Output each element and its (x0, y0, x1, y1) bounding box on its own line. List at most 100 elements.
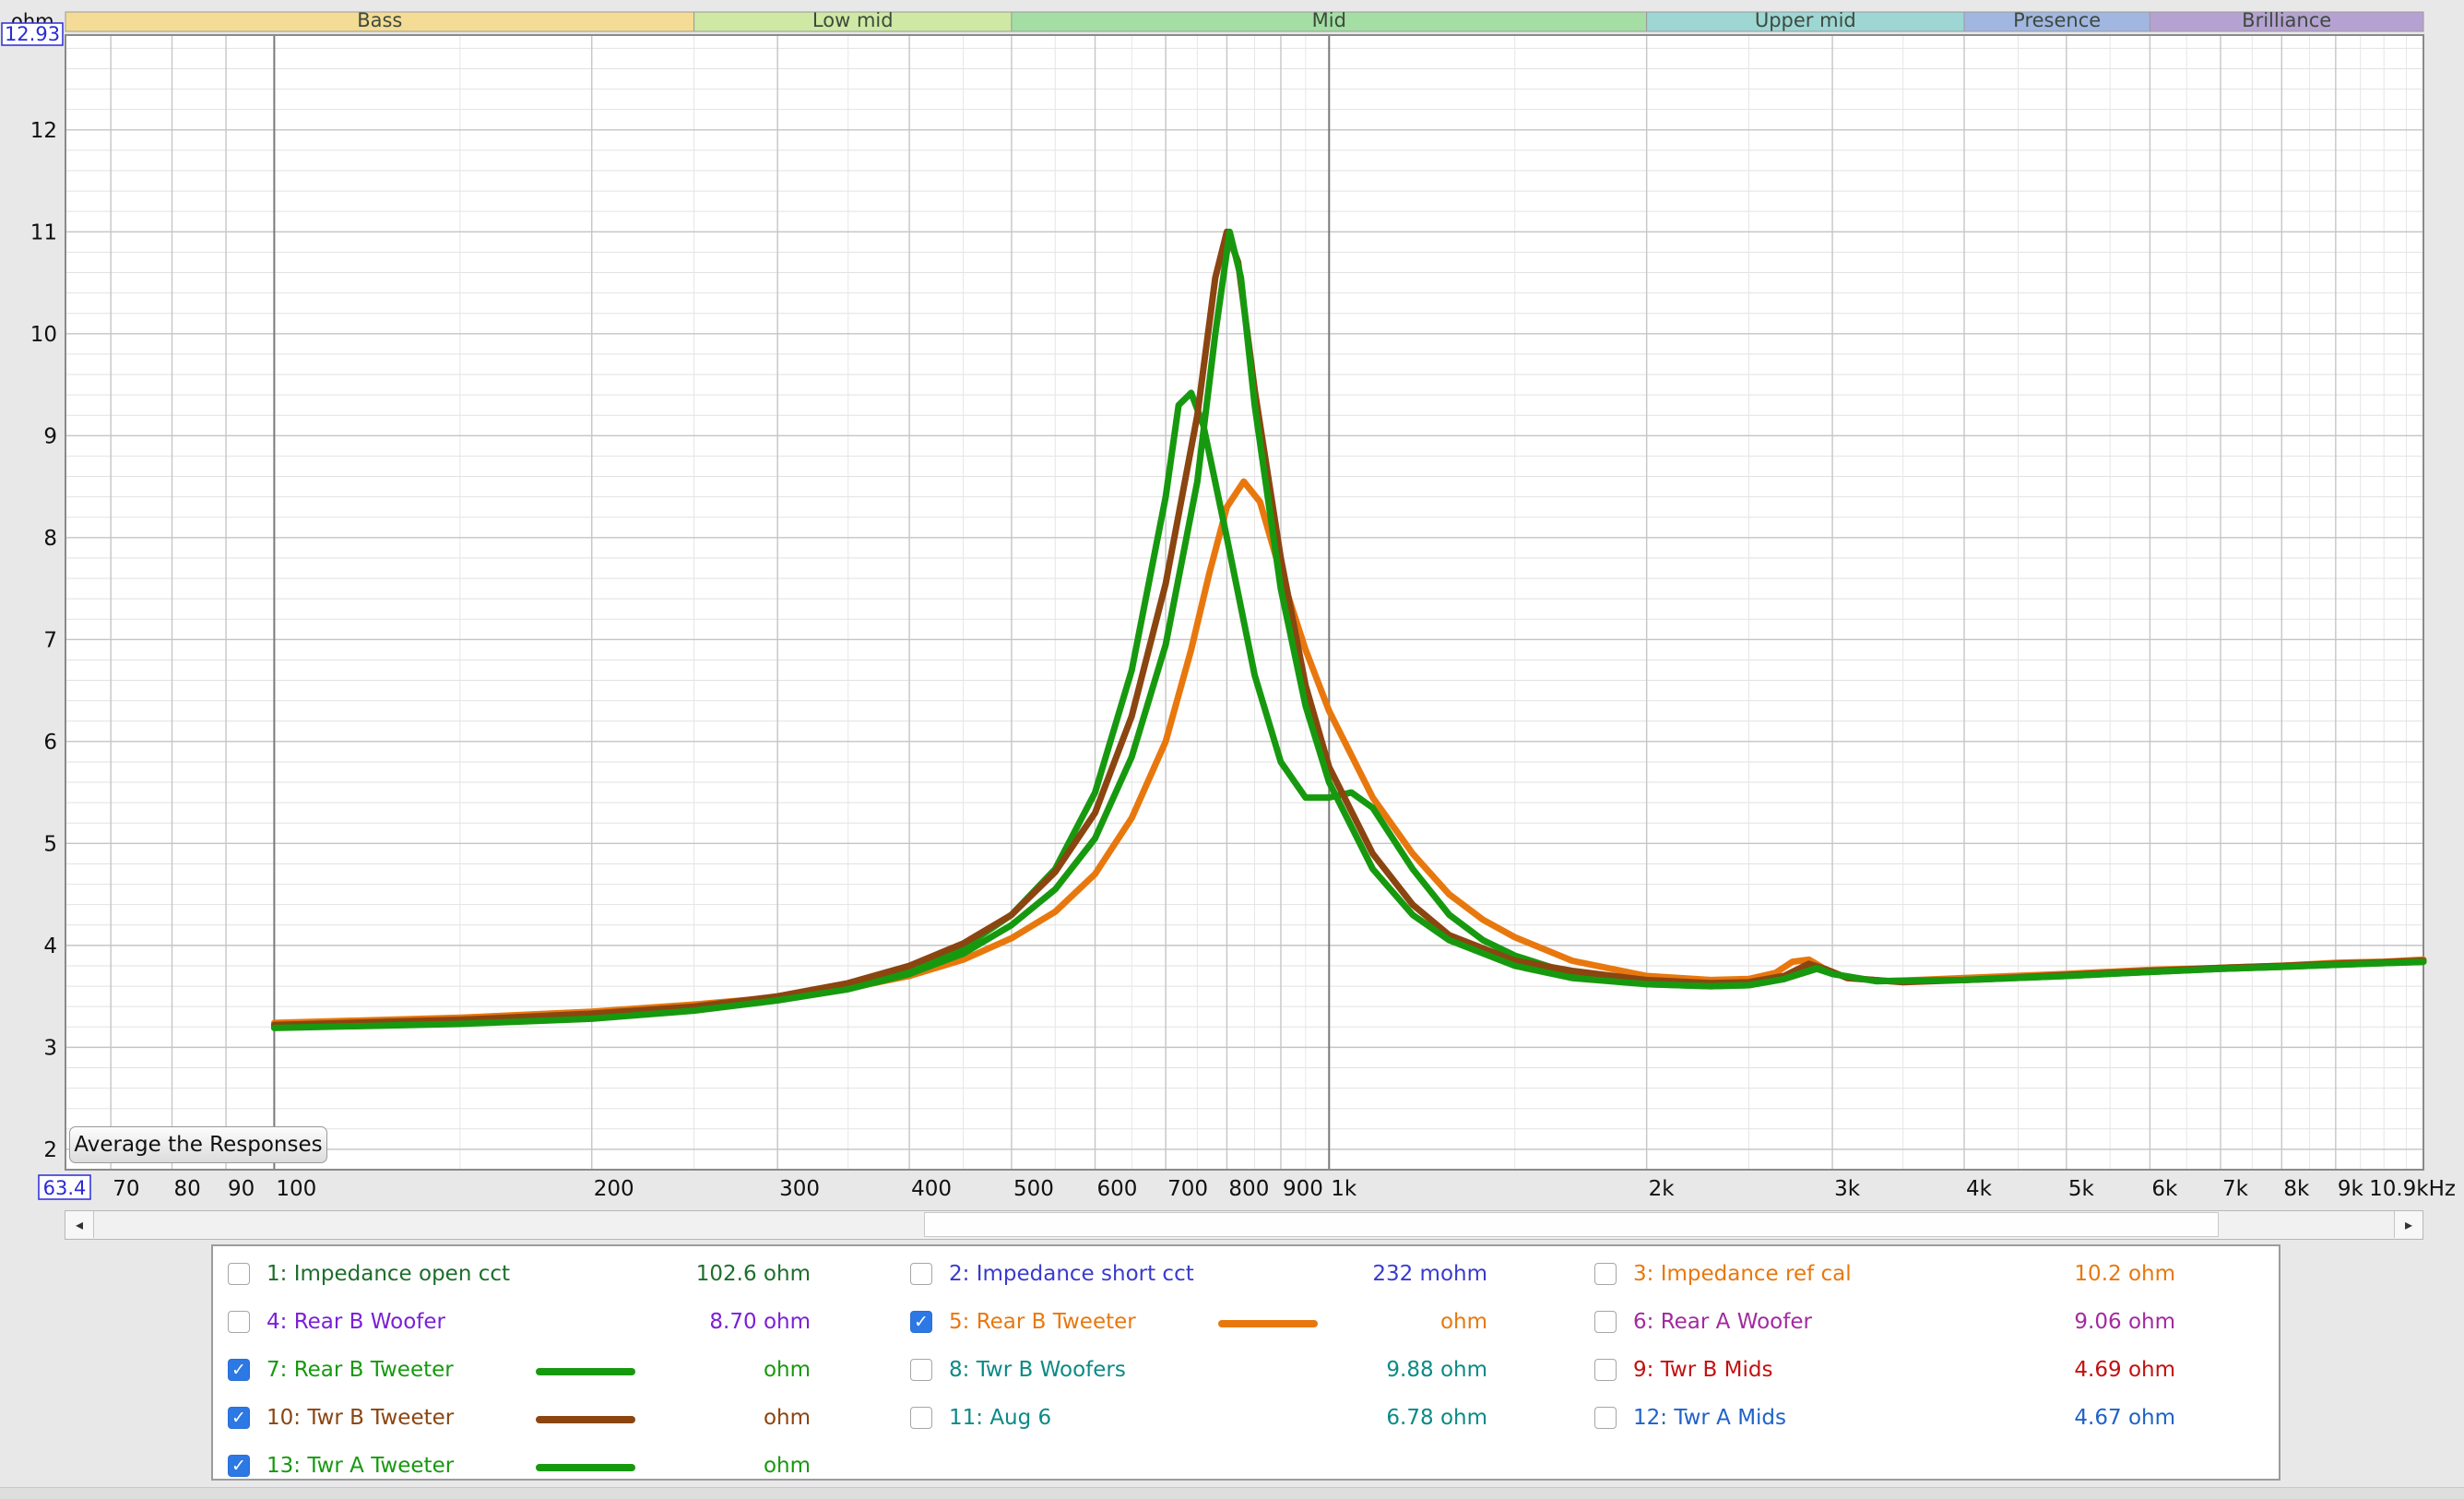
y-tick-label: 6 (43, 731, 57, 755)
legend-value: ohm (763, 1406, 811, 1430)
legend-item[interactable]: 6: Rear A Woofer 9.06 ohm (1580, 1302, 2175, 1338)
legend-item[interactable]: ✓ 5: Rear B Tweeter ohm (895, 1302, 1487, 1338)
legend-item[interactable]: 9: Twr B Mids 4.69 ohm (1580, 1350, 2175, 1386)
x-tick-label: 10.9kHz (2369, 1177, 2456, 1201)
legend-item[interactable]: 8: Twr B Woofers 9.88 ohm (895, 1350, 1487, 1386)
legend-value: 6.78 ohm (1386, 1406, 1487, 1430)
y-tick-label: 8 (43, 527, 57, 551)
x-tick-label: 100 (276, 1177, 316, 1201)
x-tick-label: 1k (1331, 1177, 1357, 1201)
legend-value: ohm (763, 1454, 811, 1478)
x-tick-label: 800 (1228, 1177, 1269, 1201)
measurement-legend: 1: Impedance open cct 102.6 ohm 2: Impedan… (211, 1244, 2280, 1481)
y-max-readout: 12.93 (5, 23, 60, 45)
legend-value: 232 mohm (1372, 1262, 1487, 1286)
band-label-clip: Presence (2013, 9, 2101, 31)
legend-checkbox[interactable] (910, 1359, 932, 1381)
legend-checkbox[interactable] (228, 1311, 250, 1333)
band-label: Low mid (812, 9, 894, 31)
legend-item[interactable]: 4: Rear B Woofer 8.70 ohm (213, 1302, 811, 1338)
legend-item[interactable]: 12: Twr A Mids 4.67 ohm (1580, 1398, 2175, 1434)
plot-area (65, 35, 2423, 1170)
legend-item[interactable]: 3: Impedance ref cal 10.2 ohm (1580, 1254, 2175, 1291)
y-tick-label: 3 (43, 1036, 57, 1060)
x-tick-label: 600 (1097, 1177, 1138, 1201)
x-tick-label: 80 (174, 1177, 201, 1201)
legend-item[interactable]: ✓ 13: Twr A Tweeter ohm (213, 1445, 811, 1482)
legend-label: 8: Twr B Woofers (949, 1358, 1126, 1382)
legend-label: 6: Rear A Woofer (1633, 1310, 1812, 1334)
band-label-clip: Low mid (812, 9, 894, 31)
legend-checkbox[interactable] (910, 1263, 932, 1285)
legend-checkbox[interactable]: ✓ (910, 1311, 932, 1333)
average-responses-button[interactable]: Average the Responses (69, 1126, 327, 1163)
legend-value: 9.88 ohm (1386, 1358, 1487, 1382)
legend-label: 12: Twr A Mids (1633, 1406, 1787, 1430)
x-tick-label: 200 (594, 1177, 634, 1201)
legend-color-swatch (536, 1368, 635, 1375)
y-tick-label: 2 (43, 1138, 57, 1162)
x-tick-label: 2k (1649, 1177, 1676, 1201)
legend-checkbox[interactable] (228, 1263, 250, 1285)
x-tick-label: 4k (1966, 1177, 1993, 1201)
legend-value: 102.6 ohm (695, 1262, 811, 1286)
band-label: Presence (2013, 9, 2101, 31)
legend-checkbox[interactable] (1594, 1311, 1617, 1333)
x-tick-label: 8k (2283, 1177, 2310, 1201)
band-label: Bass (357, 9, 402, 31)
band-label-clip: Upper mid (1755, 9, 1856, 31)
band-label: Mid (1312, 9, 1346, 31)
legend-item[interactable]: ✓ 7: Rear B Tweeter ohm (213, 1350, 811, 1386)
legend-label: 7: Rear B Tweeter (267, 1358, 454, 1382)
horizontal-scrollbar[interactable]: ◂ ▸ (65, 1210, 2423, 1240)
y-tick-label: 5 (43, 832, 57, 856)
legend-value: 8.70 ohm (709, 1310, 811, 1334)
legend-label: 10: Twr B Tweeter (267, 1406, 455, 1430)
legend-item[interactable]: 11: Aug 6 6.78 ohm (895, 1398, 1487, 1434)
legend-color-swatch (536, 1416, 635, 1423)
scroll-left-arrow[interactable]: ◂ (65, 1211, 94, 1238)
legend-value: 10.2 ohm (2074, 1262, 2175, 1286)
band-label-clip: Bass (357, 9, 402, 31)
legend-item[interactable]: ✓ 10: Twr B Tweeter ohm (213, 1398, 811, 1434)
legend-checkbox[interactable]: ✓ (228, 1455, 250, 1477)
legend-checkbox[interactable] (1594, 1359, 1617, 1381)
legend-label: 1: Impedance open cct (267, 1262, 511, 1286)
legend-label: 9: Twr B Mids (1633, 1358, 1773, 1382)
legend-value: 4.67 ohm (2074, 1406, 2175, 1430)
scrollbar-thumb[interactable] (924, 1212, 2219, 1237)
y-tick-label: 9 (43, 424, 57, 448)
legend-value: 4.69 ohm (2074, 1358, 2175, 1382)
legend-value: 9.06 ohm (2074, 1310, 2175, 1334)
legend-checkbox[interactable] (910, 1407, 932, 1429)
legend-checkbox[interactable] (1594, 1407, 1617, 1429)
x-tick-label: 500 (1013, 1177, 1054, 1201)
y-tick-label: 4 (43, 934, 57, 958)
legend-item[interactable]: 2: Impedance short cct 232 mohm (895, 1254, 1487, 1291)
legend-checkbox[interactable]: ✓ (228, 1359, 250, 1381)
x-tick-label: 300 (779, 1177, 820, 1201)
legend-checkbox[interactable]: ✓ (228, 1407, 250, 1429)
band-label: Upper mid (1755, 9, 1856, 31)
band-label-clip: Brilliance (2242, 12, 2331, 31)
x-min-readout: 63.4 (43, 1177, 87, 1199)
x-tick-label: 6k (2151, 1177, 2178, 1201)
x-tick-label: 90 (228, 1177, 255, 1201)
y-tick-label: 10 (30, 323, 57, 347)
y-tick-label: 11 (30, 220, 57, 244)
legend-checkbox[interactable] (1594, 1263, 1617, 1285)
bottom-strip (0, 1487, 2464, 1499)
legend-label: 4: Rear B Woofer (267, 1310, 445, 1334)
legend-color-swatch (536, 1464, 635, 1471)
legend-value: ohm (1439, 1310, 1487, 1334)
x-tick-label: 70 (113, 1177, 139, 1201)
x-tick-label: 400 (911, 1177, 952, 1201)
y-tick-label: 12 (30, 119, 57, 143)
scroll-right-arrow[interactable]: ▸ (2394, 1211, 2423, 1238)
legend-label: 3: Impedance ref cal (1633, 1262, 1852, 1286)
legend-item[interactable]: 1: Impedance open cct 102.6 ohm (213, 1254, 811, 1291)
x-tick-label: 5k (2068, 1177, 2095, 1201)
impedance-chart[interactable]: Bass Low mid Mid Upper mid Presence Brillianc… (0, 0, 2464, 1208)
y-tick-label: 7 (43, 628, 57, 652)
legend-label: 2: Impedance short cct (949, 1262, 1194, 1286)
